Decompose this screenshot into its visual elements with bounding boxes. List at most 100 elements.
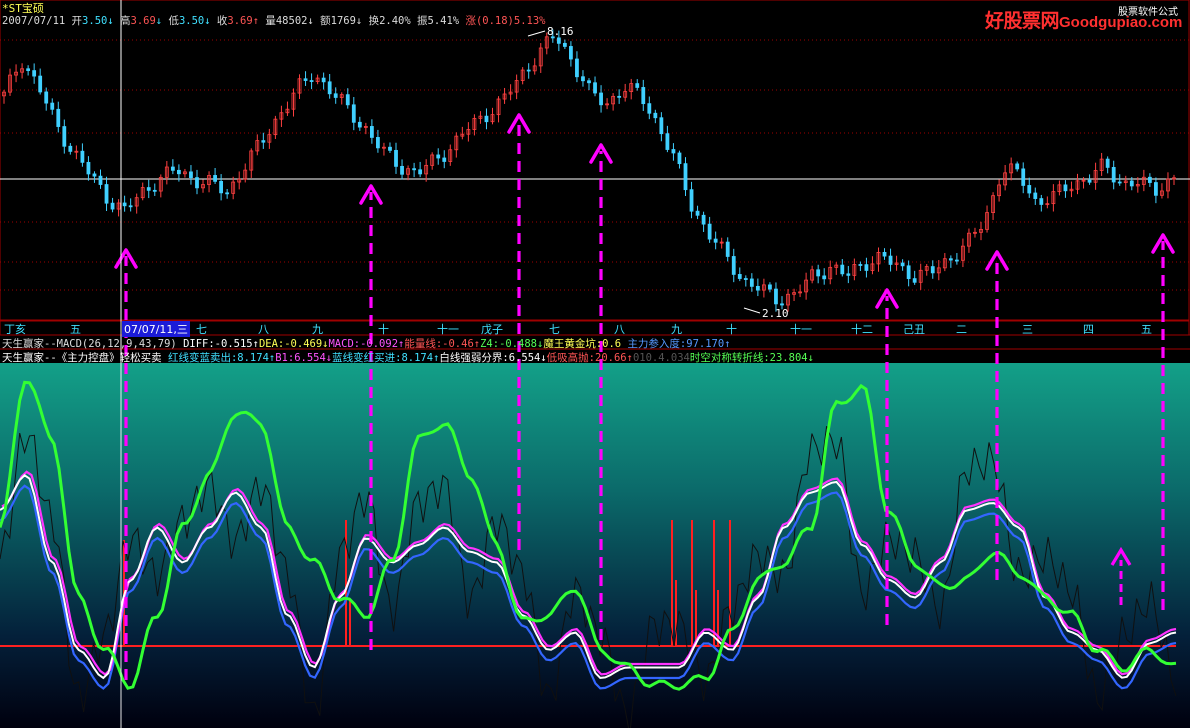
candle-body [1129,180,1134,187]
legend-item: 能量线:-0.46↑ [404,338,481,350]
candle-body [816,269,821,277]
candle-body [110,202,115,210]
legend-item: 魔王黄金坑:0.6 [543,338,628,350]
legend-item: 天生赢家--《主力控盘》轻松买卖 [2,352,168,364]
time-axis-label: 五 [1141,323,1152,336]
amount-arrow-icon: ↓ [355,15,363,27]
candle-body [1087,179,1092,183]
candle-body [104,184,109,204]
candle-body [575,58,579,78]
candle-body [665,133,670,150]
candle-body [581,76,585,82]
time-axis-label: 七 [549,323,560,336]
candle-body [671,149,676,154]
open-value: 3.50 [82,15,108,27]
candle-body [1105,158,1110,168]
candle-body [176,169,181,175]
candle-body [170,166,175,171]
candle-body [351,104,356,123]
candle-body [569,46,573,60]
candle-body [38,75,43,93]
close-value: 3.69 [227,15,253,27]
time-axis-label: 十 [726,323,737,336]
candle-body [345,94,350,106]
min-price-label: 2.10 [762,307,789,320]
time-axis-label: 四 [1083,323,1094,336]
candle-body [641,87,646,105]
candle-body [213,175,217,182]
candle-body [56,108,61,127]
candle-body [725,241,730,257]
candle-body [412,168,417,171]
legend-item: 白线强弱分界:6.554↓ [439,352,547,364]
turnover-label: 换 [368,15,380,27]
candle-body [755,285,760,291]
candle-body [689,189,694,212]
candle-body [846,273,851,276]
candle-body [912,278,917,283]
candle-body [774,288,778,305]
candle-body [882,251,887,257]
legend-item: 时空对称转折线:23.804↓ [689,352,814,364]
price-panel-frame [0,0,1190,321]
candle-body [1039,198,1044,205]
candle-body [906,265,911,280]
chart-window: { "header": { "stock_name": "*ST宝硕", "da… [0,0,1190,728]
candle-body [1147,176,1152,183]
close-label: 收 [216,15,228,27]
candle-body [418,169,423,175]
time-axis: 丁亥五 07/07/11,三七八九十十一 戊子七八九十十一 十二 己丑二三四五 [0,321,1190,337]
change-value: (0.18)5.13% [475,15,546,27]
time-axis-label: 十 [378,323,389,336]
price-extreme-labels: 8.16 2.10 [527,25,789,320]
candle-body [219,180,224,194]
candle-body [1117,181,1122,184]
candle-body [357,121,362,128]
candle-body [930,266,935,274]
candle-body [92,173,97,177]
open-arrow-icon: ↓ [107,15,114,27]
candle-body [749,278,754,287]
candle-body [888,255,893,265]
candle-body [683,163,688,191]
quote-info-line: 2007/07/11 开3.50↓ 高3.69↓ 低3.50↓ 收3.69↑ 量… [2,13,546,28]
candle-body [737,274,742,279]
high-label: 高 [120,15,131,27]
legend-item: DEA:-0.469↓ [258,338,329,350]
candle-body [327,81,332,95]
amplitude-value: 5.41% [427,15,460,27]
time-axis-label: 己丑 [903,323,925,336]
candle-body [261,140,266,143]
legend-item: 010.4.034 [632,352,690,364]
logo-cn-text: 好股票网 [985,10,1060,32]
candle-body [948,258,953,261]
candle-body [647,103,652,114]
candle-body [98,175,103,185]
candle-body [152,189,157,192]
candle-body [731,256,736,275]
time-axis-label: 十二 [851,323,873,336]
amount-label: 额 [320,15,331,27]
candle-body [587,80,591,84]
legend-item: Z4:-0.488↓ [480,338,544,350]
candle-body [677,152,682,165]
candle-body [62,126,67,147]
candle-body [1021,168,1026,186]
legend-item: 红线变蓝卖出:8.174↑ [167,352,276,364]
time-axis-label: 戊子 [481,323,503,336]
legend-item: 主力参入度:97.170↑ [627,338,731,350]
candle-body [1015,163,1020,170]
candle-body [562,42,567,47]
candle-body [376,137,380,149]
candle-body [954,259,959,262]
close-arrow-icon: ↑ [252,15,260,27]
legend-item: B1:6.554↓ [275,352,333,364]
candle-body [68,145,73,152]
indicator-legend-main: 天生赢家--《主力控盘》轻松买卖 红线变蓝卖出:8.174↑B1:6.554↓蓝… [2,350,814,365]
time-axis-label: 三 [1022,323,1033,336]
time-axis-label: 八 [614,323,625,336]
volume-label: 量 [265,15,276,27]
legend-item: 蓝线变红买进:8.174↑ [332,352,440,364]
time-axis-label: 十一 [437,323,459,336]
candle-body [44,91,49,104]
